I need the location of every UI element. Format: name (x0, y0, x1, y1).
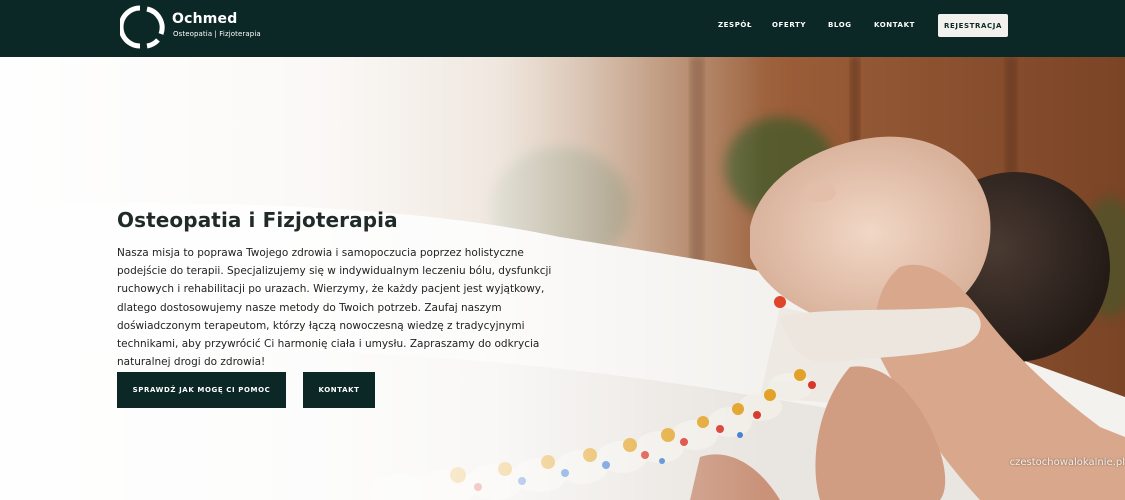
site-header: Ochmed Osteopatia | Fizjoterapia ZESPÓŁ … (0, 0, 1125, 57)
brand-tagline: Osteopatia | Fizjoterapia (173, 30, 261, 38)
contact-cta-button[interactable]: KONTAKT (303, 372, 375, 408)
brand-name[interactable]: Ochmed (172, 11, 237, 27)
watermark: czestochowalokalnie.pl (1009, 457, 1125, 468)
nav-link-offers[interactable]: OFERTY (772, 21, 806, 29)
hero-section: Osteopatia i Fizjoterapia Nasza misja to… (0, 57, 1125, 500)
nav-link-team[interactable]: ZESPÓŁ (718, 21, 752, 29)
nav-link-blog[interactable]: BLOG (828, 21, 852, 29)
hero-title: Osteopatia i Fizjoterapia (117, 208, 398, 232)
help-cta-button[interactable]: SPRAWDŹ JAK MOGĘ CI POMOC (117, 372, 286, 408)
register-button[interactable]: REJESTRACJA (938, 14, 1008, 37)
logo-icon[interactable] (120, 4, 166, 50)
hero-description: Nasza misja to poprawa Twojego zdrowia i… (117, 247, 552, 369)
nav-link-contact[interactable]: KONTAKT (874, 21, 915, 29)
